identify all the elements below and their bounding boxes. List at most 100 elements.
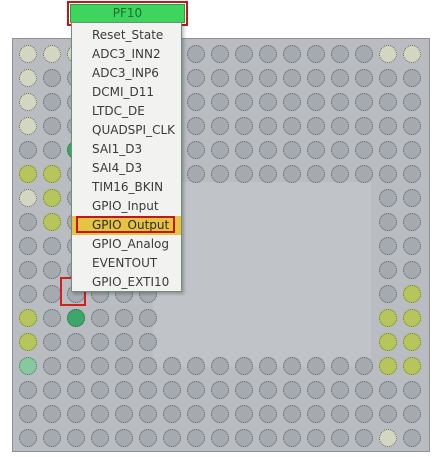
chip-pin[interactable] xyxy=(403,237,421,255)
menu-item-adc3-inp6[interactable]: ADC3_INP6 xyxy=(72,64,181,83)
chip-pin[interactable] xyxy=(19,45,37,63)
chip-pin[interactable] xyxy=(403,45,421,63)
menu-item-gpio-exti10[interactable]: GPIO_EXTI10 xyxy=(72,273,181,292)
chip-pin[interactable] xyxy=(283,45,301,63)
chip-pin[interactable] xyxy=(211,429,229,447)
chip-pin[interactable] xyxy=(187,429,205,447)
chip-pin[interactable] xyxy=(19,117,37,135)
chip-pin[interactable] xyxy=(43,333,61,351)
chip-pin[interactable] xyxy=(283,69,301,87)
chip-pin[interactable] xyxy=(403,285,421,303)
chip-pin[interactable] xyxy=(355,381,373,399)
chip-pin[interactable] xyxy=(163,357,181,375)
chip-pin[interactable] xyxy=(187,381,205,399)
chip-pin[interactable] xyxy=(355,429,373,447)
chip-pin[interactable] xyxy=(19,141,37,159)
chip-pin[interactable] xyxy=(403,69,421,87)
chip-pin[interactable] xyxy=(187,45,205,63)
chip-pin[interactable] xyxy=(43,45,61,63)
chip-pin[interactable] xyxy=(379,405,397,423)
chip-pin[interactable] xyxy=(331,357,349,375)
chip-pin[interactable] xyxy=(43,93,61,111)
chip-pin[interactable] xyxy=(19,333,37,351)
chip-pin[interactable] xyxy=(235,165,253,183)
chip-pin[interactable] xyxy=(19,309,37,327)
chip-pin[interactable] xyxy=(403,117,421,135)
chip-pin[interactable] xyxy=(187,357,205,375)
chip-pin[interactable] xyxy=(43,69,61,87)
chip-pin[interactable] xyxy=(259,69,277,87)
chip-pin[interactable] xyxy=(91,333,109,351)
chip-pin[interactable] xyxy=(115,357,133,375)
chip-pin[interactable] xyxy=(235,357,253,375)
chip-pin[interactable] xyxy=(379,93,397,111)
chip-pin[interactable] xyxy=(259,405,277,423)
chip-pin[interactable] xyxy=(403,93,421,111)
menu-item-sai1-d3[interactable]: SAI1_D3 xyxy=(72,140,181,159)
chip-pin[interactable] xyxy=(139,333,157,351)
chip-pin[interactable] xyxy=(67,309,85,327)
chip-pin[interactable] xyxy=(139,357,157,375)
chip-pin[interactable] xyxy=(403,405,421,423)
chip-pin[interactable] xyxy=(259,45,277,63)
chip-pin[interactable] xyxy=(211,141,229,159)
chip-pin[interactable] xyxy=(115,333,133,351)
chip-pin[interactable] xyxy=(355,117,373,135)
chip-pin[interactable] xyxy=(259,357,277,375)
chip-pin[interactable] xyxy=(211,69,229,87)
chip-pin[interactable] xyxy=(283,357,301,375)
chip-pin[interactable] xyxy=(331,93,349,111)
menu-item-gpio-input[interactable]: GPIO_Input xyxy=(72,197,181,216)
chip-pin[interactable] xyxy=(331,405,349,423)
chip-pin[interactable] xyxy=(91,309,109,327)
chip-pin[interactable] xyxy=(403,309,421,327)
chip-pin[interactable] xyxy=(283,405,301,423)
chip-pin[interactable] xyxy=(283,117,301,135)
chip-pin[interactable] xyxy=(379,189,397,207)
chip-pin[interactable] xyxy=(379,261,397,279)
chip-pin[interactable] xyxy=(19,381,37,399)
menu-item-adc3-inn2[interactable]: ADC3_INN2 xyxy=(72,45,181,64)
chip-pin[interactable] xyxy=(235,93,253,111)
menu-item-eventout[interactable]: EVENTOUT xyxy=(72,254,181,273)
chip-pin[interactable] xyxy=(19,405,37,423)
chip-pin[interactable] xyxy=(379,309,397,327)
chip-pin[interactable] xyxy=(307,93,325,111)
chip-pin[interactable] xyxy=(307,141,325,159)
chip-pin[interactable] xyxy=(355,93,373,111)
chip-pin[interactable] xyxy=(211,45,229,63)
chip-pin[interactable] xyxy=(43,309,61,327)
chip-pin[interactable] xyxy=(379,117,397,135)
chip-pin[interactable] xyxy=(19,189,37,207)
chip-pin[interactable] xyxy=(307,69,325,87)
chip-pin[interactable] xyxy=(91,357,109,375)
chip-pin[interactable] xyxy=(187,165,205,183)
chip-pin[interactable] xyxy=(19,213,37,231)
chip-pin[interactable] xyxy=(403,141,421,159)
chip-pin[interactable] xyxy=(259,165,277,183)
chip-pin[interactable] xyxy=(139,405,157,423)
chip-pin[interactable] xyxy=(19,285,37,303)
chip-pin[interactable] xyxy=(187,117,205,135)
chip-pin[interactable] xyxy=(43,381,61,399)
chip-pin[interactable] xyxy=(379,333,397,351)
chip-pin[interactable] xyxy=(379,141,397,159)
chip-pin[interactable] xyxy=(403,333,421,351)
chip-pin[interactable] xyxy=(67,429,85,447)
chip-pin[interactable] xyxy=(211,381,229,399)
chip-pin[interactable] xyxy=(235,45,253,63)
chip-pin[interactable] xyxy=(379,69,397,87)
chip-pin[interactable] xyxy=(283,381,301,399)
chip-pin[interactable] xyxy=(331,141,349,159)
chip-pin[interactable] xyxy=(331,165,349,183)
chip-pin[interactable] xyxy=(331,69,349,87)
chip-pin[interactable] xyxy=(19,69,37,87)
chip-pin[interactable] xyxy=(331,429,349,447)
chip-pin[interactable] xyxy=(355,165,373,183)
chip-pin[interactable] xyxy=(355,69,373,87)
chip-pin[interactable] xyxy=(139,429,157,447)
chip-pin[interactable] xyxy=(259,381,277,399)
chip-pin[interactable] xyxy=(115,429,133,447)
chip-pin[interactable] xyxy=(259,141,277,159)
chip-pin[interactable] xyxy=(235,405,253,423)
